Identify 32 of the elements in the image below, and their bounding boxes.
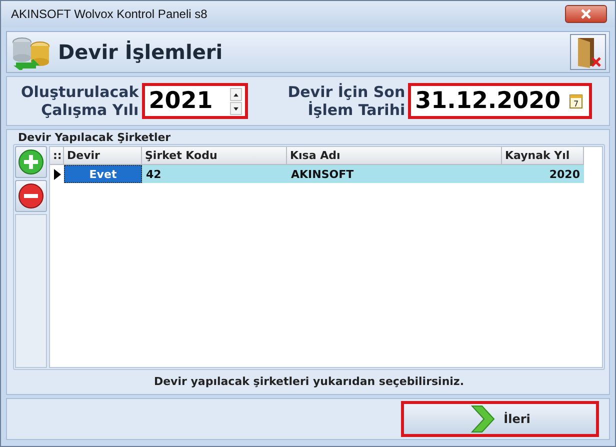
row-indicator-icon bbox=[54, 168, 60, 180]
close-icon bbox=[580, 9, 592, 19]
next-button[interactable]: İleri bbox=[401, 401, 599, 437]
table-cell: 2020 bbox=[502, 165, 584, 183]
hint-text: Devir yapılacak şirketleri yukarıdan seçebilirsiniz. bbox=[152, 374, 466, 390]
table-cell: 42 bbox=[142, 165, 287, 183]
column-header[interactable]: Kaynak Yıl bbox=[502, 147, 584, 165]
table-cell: AKINSOFT bbox=[287, 165, 502, 183]
calendar-icon[interactable]: 7 bbox=[569, 93, 584, 109]
chevron-icon bbox=[470, 404, 496, 434]
plus-icon bbox=[18, 149, 44, 175]
minus-icon bbox=[18, 183, 44, 209]
up-arrow-icon bbox=[232, 90, 240, 98]
exit-button[interactable] bbox=[570, 34, 606, 70]
indicator-header: :: bbox=[50, 147, 64, 165]
column-header[interactable]: Devir bbox=[64, 147, 142, 165]
down-arrow-icon bbox=[232, 104, 240, 112]
window-title: AKINSOFT Wolvox Kontrol Paneli s8 bbox=[11, 7, 208, 21]
remove-button[interactable] bbox=[15, 180, 47, 212]
header-title: Devir İşlemleri bbox=[58, 40, 224, 64]
column-header[interactable]: Kısa Adı bbox=[287, 147, 502, 165]
field-label: Çalışma Yılı bbox=[41, 101, 139, 119]
close-button[interactable] bbox=[565, 5, 607, 23]
column-header[interactable]: Şirket Kodu bbox=[142, 147, 287, 165]
add-button[interactable] bbox=[15, 146, 47, 178]
spin-up-button[interactable] bbox=[230, 88, 242, 101]
field-label: İşlem Tarihi bbox=[308, 101, 406, 119]
field-label: Oluşturulacak bbox=[21, 83, 139, 101]
year-field[interactable]: 2021 bbox=[142, 83, 248, 119]
spin-down-button[interactable] bbox=[230, 102, 242, 115]
field-label: Devir İçin Son bbox=[288, 83, 406, 101]
table-cell: Evet bbox=[64, 165, 142, 183]
